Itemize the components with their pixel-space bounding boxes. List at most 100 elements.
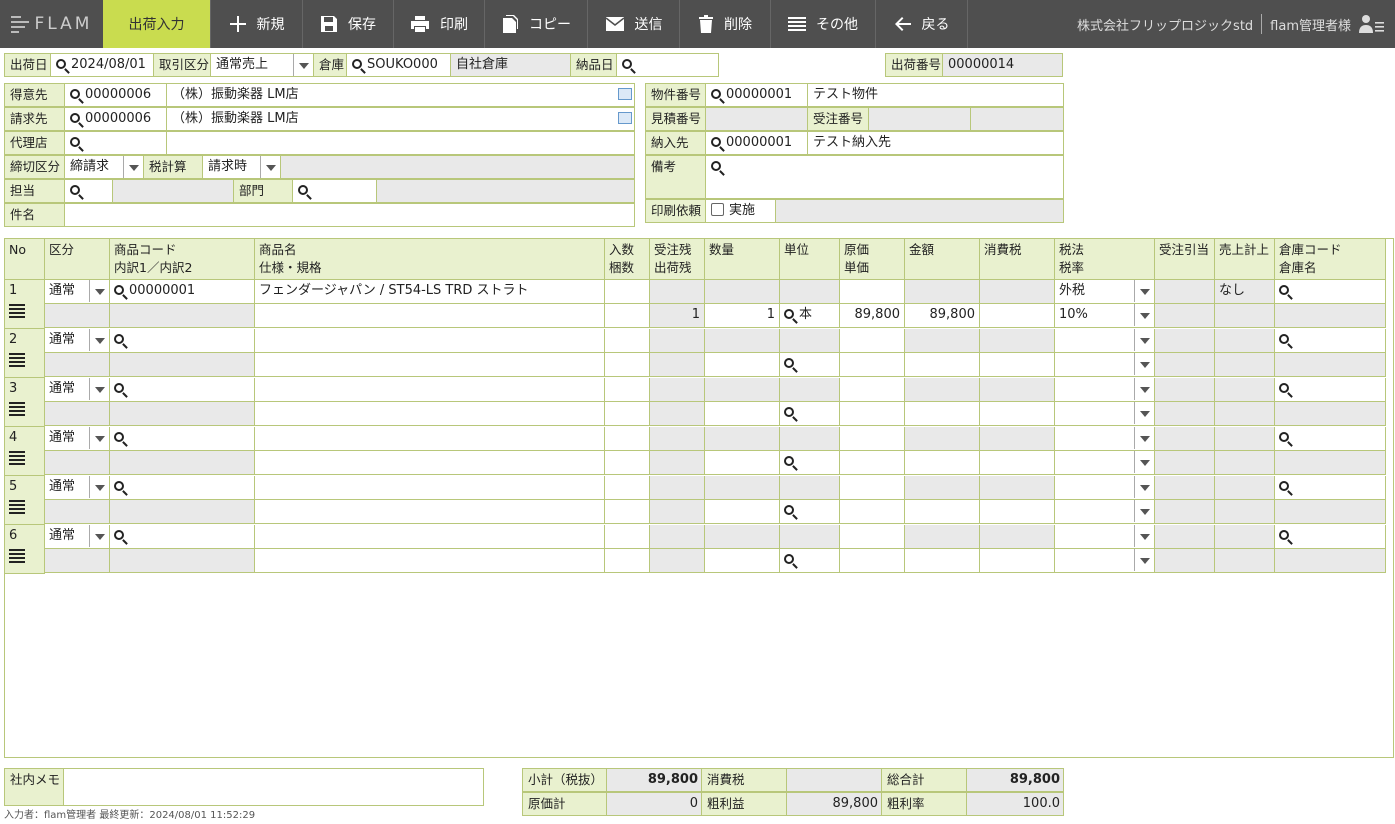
- search-icon[interactable]: [70, 185, 80, 195]
- tax-rate-select[interactable]: 10%: [1055, 304, 1155, 328]
- memo-field[interactable]: [63, 768, 484, 806]
- tax-rate-select[interactable]: [1055, 549, 1155, 573]
- remarks-field[interactable]: [705, 155, 1064, 199]
- search-icon[interactable]: [711, 137, 721, 147]
- checkbox[interactable]: [711, 203, 724, 216]
- warehouse-code-field[interactable]: [1275, 280, 1386, 304]
- print-request-checkbox[interactable]: 実施: [705, 199, 776, 223]
- spec-field[interactable]: [255, 500, 605, 524]
- tax-field[interactable]: [980, 451, 1055, 475]
- search-icon[interactable]: [784, 456, 794, 466]
- send-button[interactable]: 送信: [588, 0, 680, 48]
- row-menu-icon[interactable]: [9, 304, 25, 318]
- billing-name-field[interactable]: （株）振動楽器 LM店: [166, 107, 635, 131]
- search-icon[interactable]: [70, 89, 80, 99]
- tax-law-select[interactable]: [1055, 378, 1155, 402]
- unit-price-field[interactable]: [840, 549, 905, 573]
- tax-law-select[interactable]: [1055, 427, 1155, 451]
- tax-field[interactable]: [980, 402, 1055, 426]
- search-icon[interactable]: [711, 161, 721, 171]
- new-button[interactable]: 新規: [211, 0, 303, 48]
- delete-button[interactable]: 削除: [680, 0, 771, 48]
- tax-law-select[interactable]: [1055, 476, 1155, 500]
- ship-date-field[interactable]: 2024/08/01: [50, 53, 154, 77]
- product-code-field[interactable]: [110, 329, 255, 353]
- row-menu-icon[interactable]: [9, 549, 25, 563]
- tax-law-select[interactable]: [1055, 525, 1155, 549]
- tax-field[interactable]: [980, 549, 1055, 573]
- search-icon[interactable]: [114, 383, 124, 393]
- row-menu-icon[interactable]: [9, 402, 25, 416]
- irisu-field[interactable]: [605, 427, 650, 451]
- subject-field[interactable]: [64, 203, 635, 227]
- search-icon[interactable]: [784, 309, 794, 319]
- bundle-field[interactable]: [605, 402, 650, 426]
- tax-calc-select[interactable]: 請求時: [202, 155, 281, 179]
- search-icon[interactable]: [114, 481, 124, 491]
- search-icon[interactable]: [784, 554, 794, 564]
- delivery-to-field[interactable]: 00000001: [705, 131, 808, 155]
- tax-law-select[interactable]: [1055, 329, 1155, 353]
- search-icon[interactable]: [1279, 285, 1289, 295]
- qty-field[interactable]: [705, 451, 780, 475]
- irisu-field[interactable]: [605, 525, 650, 549]
- unit-price-field[interactable]: 89,800: [840, 304, 905, 328]
- search-icon[interactable]: [784, 358, 794, 368]
- amount-field[interactable]: [905, 549, 980, 573]
- irisu-field[interactable]: [605, 329, 650, 353]
- save-button[interactable]: 保存: [303, 0, 394, 48]
- warehouse-code-field[interactable]: [1275, 525, 1386, 549]
- search-icon[interactable]: [56, 59, 66, 69]
- product-name-field[interactable]: [255, 427, 605, 451]
- search-icon[interactable]: [114, 432, 124, 442]
- project-no-field[interactable]: 00000001: [705, 83, 808, 107]
- search-icon[interactable]: [784, 505, 794, 515]
- product-name-field[interactable]: [255, 378, 605, 402]
- row-menu-icon[interactable]: [9, 500, 25, 514]
- unit-field[interactable]: 本: [780, 304, 840, 328]
- row-menu-icon[interactable]: [9, 353, 25, 367]
- closing-select[interactable]: 締請求: [64, 155, 144, 179]
- kubun-select[interactable]: 通常: [45, 476, 110, 500]
- search-icon[interactable]: [352, 59, 362, 69]
- user-menu-icon[interactable]: [1359, 14, 1385, 34]
- qty-field[interactable]: [705, 500, 780, 524]
- staff-field[interactable]: [64, 179, 113, 203]
- unit-price-field[interactable]: [840, 451, 905, 475]
- tax-field[interactable]: [980, 500, 1055, 524]
- row-menu-icon[interactable]: [9, 451, 25, 465]
- amount-field[interactable]: [905, 402, 980, 426]
- search-icon[interactable]: [114, 334, 124, 344]
- product-code-field[interactable]: 00000001: [110, 280, 255, 304]
- bundle-field[interactable]: [605, 304, 650, 328]
- search-icon[interactable]: [114, 530, 124, 540]
- tax-rate-select[interactable]: [1055, 451, 1155, 475]
- tax-field[interactable]: [980, 353, 1055, 377]
- search-icon[interactable]: [298, 185, 308, 195]
- unit-field[interactable]: [780, 549, 840, 573]
- qty-field[interactable]: 1: [705, 304, 780, 328]
- customer-code-field[interactable]: 00000006: [64, 83, 167, 107]
- detail-icon[interactable]: [618, 112, 632, 124]
- cost-field[interactable]: [840, 525, 905, 549]
- tax-rate-select[interactable]: [1055, 402, 1155, 426]
- kubun-select[interactable]: 通常: [45, 427, 110, 451]
- bundle-field[interactable]: [605, 549, 650, 573]
- search-icon[interactable]: [70, 137, 80, 147]
- irisu-field[interactable]: [605, 476, 650, 500]
- search-icon[interactable]: [1279, 383, 1289, 393]
- trade-type-select[interactable]: 通常売上: [210, 53, 314, 77]
- agent-name-field[interactable]: [166, 131, 635, 155]
- qty-field[interactable]: [705, 353, 780, 377]
- tax-field[interactable]: [980, 304, 1055, 328]
- amount-field[interactable]: [905, 451, 980, 475]
- agent-code-field[interactable]: [64, 131, 167, 155]
- kubun-select[interactable]: 通常: [45, 525, 110, 549]
- billing-code-field[interactable]: 00000006: [64, 107, 167, 131]
- search-icon[interactable]: [622, 59, 632, 69]
- product-name-field[interactable]: フェンダージャパン / ST54-LS TRD ストラト: [255, 280, 605, 304]
- unit-price-field[interactable]: [840, 353, 905, 377]
- copy-button[interactable]: コピー: [485, 0, 588, 48]
- search-icon[interactable]: [70, 113, 80, 123]
- cost-field[interactable]: [840, 378, 905, 402]
